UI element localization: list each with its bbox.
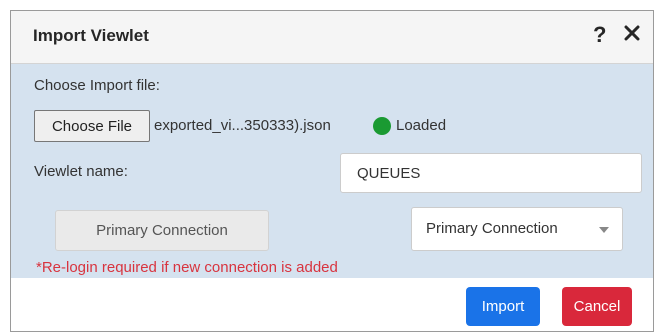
choose-file-button[interactable]: Choose File xyxy=(34,110,150,142)
loaded-status-icon xyxy=(373,117,391,135)
help-icon[interactable]: ? xyxy=(593,22,606,48)
viewlet-name-input[interactable] xyxy=(340,153,642,193)
target-connection-select[interactable]: Primary Connection xyxy=(411,207,623,251)
viewlet-name-label: Viewlet name: xyxy=(34,163,128,180)
selected-file-name: exported_vi...350333).json xyxy=(154,117,331,134)
relogin-warning: *Re-login required if new connection is … xyxy=(36,259,338,276)
import-button[interactable]: Import xyxy=(466,287,540,326)
close-icon[interactable] xyxy=(623,24,641,42)
target-connection-value: Primary Connection xyxy=(426,220,558,237)
chevron-down-icon xyxy=(599,227,609,233)
cancel-button[interactable]: Cancel xyxy=(562,287,632,326)
import-viewlet-dialog: Import Viewlet ? Choose Import file: Cho… xyxy=(10,10,654,332)
loaded-status-text: Loaded xyxy=(396,117,447,134)
source-connection: Primary Connection xyxy=(55,210,269,251)
dialog-body: Choose Import file: Choose File exported… xyxy=(11,64,653,278)
dialog-header: Import Viewlet ? xyxy=(11,11,653,64)
import-file-label: Choose Import file: xyxy=(34,77,160,94)
dialog-title: Import Viewlet xyxy=(33,26,149,45)
